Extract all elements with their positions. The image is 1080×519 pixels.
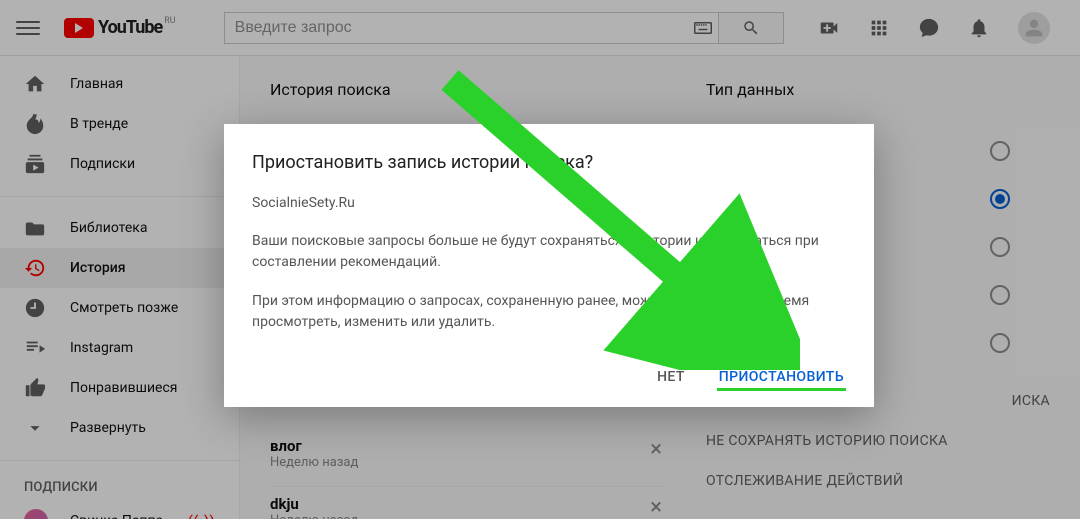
dialog-text: При этом информацию о запросах, сохранен… xyxy=(252,291,846,333)
dialog-text: Ваши поисковые запросы больше не будут с… xyxy=(252,231,846,273)
dialog-account: SocialnieSety.Ru xyxy=(252,195,846,211)
confirm-button[interactable]: ПРИОСТАНОВИТЬ xyxy=(717,363,846,391)
cancel-button[interactable]: НЕТ xyxy=(655,363,687,391)
dialog-title: Приостановить запись истории поиска? xyxy=(252,152,846,173)
pause-history-dialog: Приостановить запись истории поиска? Soc… xyxy=(224,124,874,407)
dialog-actions: НЕТ ПРИОСТАНОВИТЬ xyxy=(252,351,846,391)
